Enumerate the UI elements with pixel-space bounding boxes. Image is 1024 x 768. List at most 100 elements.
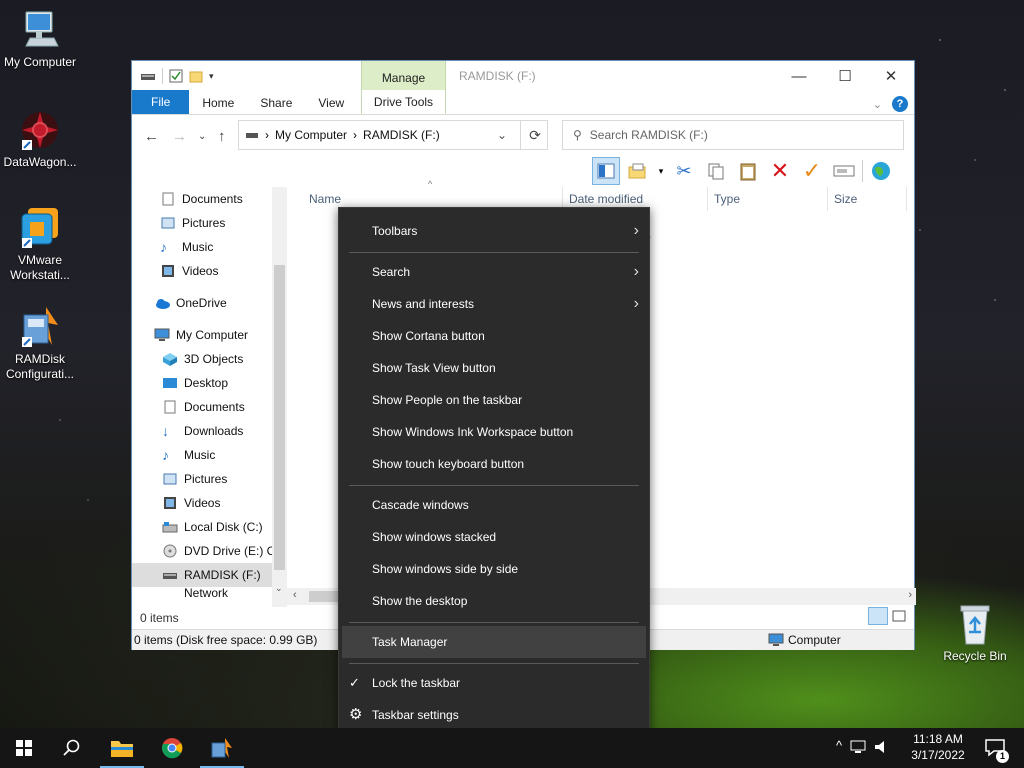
check-icon[interactable]: ✓ [798,157,826,185]
forward-button[interactable]: → [172,128,187,145]
menu-item-show-side-by-side[interactable]: Show windows side by side [339,553,649,585]
clock[interactable]: 11:18 AM 3/17/2022 [904,731,972,763]
volume-icon[interactable] [874,740,890,754]
menu-item-toolbars[interactable]: Toolbars › [339,215,649,247]
drive-icon [163,573,177,579]
nav-item-videos-quick[interactable]: Videos [160,259,287,283]
column-size[interactable]: Size [828,187,907,211]
nav-item-downloads[interactable]: ↓ Downloads [162,419,287,443]
nav-scrollbar-thumb[interactable] [274,265,285,570]
desktop-icon-ramdisk[interactable]: RAMDisk Configurati... [0,305,80,382]
details-view-icon[interactable] [868,607,888,625]
desktop-icon-label: DataWagon... [3,155,77,169]
drive-icon[interactable] [140,70,156,82]
paste-icon[interactable] [734,157,762,185]
nav-item-music-quick[interactable]: ♪ Music [160,235,287,259]
help-button[interactable]: ? [892,96,908,112]
scroll-down-icon[interactable]: ⌄ [275,583,283,594]
nav-item-videos[interactable]: Videos [162,491,287,515]
menu-item-cascade-windows[interactable]: Cascade windows [339,489,649,521]
start-button[interactable] [0,728,48,768]
nav-scrollbar[interactable]: ⌄ [272,187,287,607]
menu-item-search[interactable]: Search › [339,256,649,288]
dropdown-icon[interactable]: ▾ [656,157,666,185]
address-bar[interactable]: › My Computer › RAMDISK (F:) ⌄ [238,120,548,150]
menu-item-show-people[interactable]: Show People on the taskbar [339,384,649,416]
nav-item-ramdisk[interactable]: RAMDISK (F:) [132,563,272,587]
breadcrumb-my-computer[interactable]: My Computer [275,128,347,142]
nav-label: Pictures [184,472,228,486]
address-dropdown-icon[interactable]: ⌄ [497,128,507,142]
nav-item-local-disk[interactable]: Local Disk (C:) [162,515,287,539]
nav-item-documents-quick[interactable]: Documents📌 [160,187,287,211]
nav-item-pictures-quick[interactable]: Pictures📌 [160,211,287,235]
network-icon [162,587,178,599]
taskbar-ramdisk[interactable] [198,728,246,768]
expand-ribbon-icon[interactable]: ⌄ [873,98,882,111]
desktop-icon-datawagon[interactable]: DataWagon... [0,108,80,170]
copy-icon[interactable] [702,157,730,185]
menu-item-taskbar-settings[interactable]: ⚙ Taskbar settings [339,699,649,731]
taskbar[interactable]: ^ 11:18 AM 3/17/2022 1 [0,728,1024,768]
nav-item-my-computer[interactable]: My Computer [154,323,287,347]
large-icons-view-icon[interactable] [890,607,908,625]
properties-icon[interactable] [169,69,183,83]
menu-item-show-task-view[interactable]: Show Task View button [339,352,649,384]
nav-label: Videos [184,496,221,510]
tab-file[interactable]: File [132,90,190,114]
new-folder-icon[interactable] [189,69,203,83]
menu-item-news-and-interests[interactable]: News and interests › [339,288,649,320]
clock-date: 3/17/2022 [911,748,965,762]
taskbar-file-explorer[interactable] [98,728,146,768]
up-button[interactable]: ↑ [218,128,226,145]
menu-item-show-cortana[interactable]: Show Cortana button [339,320,649,352]
windows-logo-icon [16,740,32,756]
scroll-right-icon[interactable]: › [908,589,912,601]
hard-drive-icon [162,522,178,533]
navigation-pane-icon[interactable] [592,157,620,185]
cut-icon[interactable]: ✂ [670,157,698,185]
tab-home[interactable]: Home [189,92,247,114]
nav-item-pictures[interactable]: Pictures [162,467,287,491]
minimize-button[interactable]: — [776,61,822,91]
rename-icon[interactable] [830,157,858,185]
nav-item-onedrive[interactable]: OneDrive [154,291,287,315]
nav-item-network[interactable]: Network [162,587,287,599]
nav-label: Downloads [184,424,244,438]
nav-item-music[interactable]: ♪ Music [162,443,287,467]
tab-drive-tools[interactable]: Drive Tools [361,90,446,114]
maximize-button[interactable]: ☐ [822,61,868,91]
desktop-icon-vmware[interactable]: VMware Workstati... [0,206,80,283]
column-type[interactable]: Type [708,187,828,211]
close-button[interactable]: ✕ [868,61,914,91]
nav-item-documents[interactable]: Documents [162,395,287,419]
search-button[interactable] [48,728,96,768]
back-button[interactable]: ← [144,128,159,145]
show-hidden-icons-icon[interactable]: ^ [836,738,842,754]
globe-icon[interactable] [867,157,895,185]
tab-view[interactable]: View [305,92,357,114]
breadcrumb-ramdisk[interactable]: RAMDISK (F:) [363,128,440,142]
nav-item-desktop[interactable]: Desktop [162,371,287,395]
menu-item-show-touch-keyboard[interactable]: Show touch keyboard button [339,448,649,480]
menu-item-task-manager[interactable]: Task Manager [342,626,646,658]
action-center-button[interactable]: 1 [975,728,1015,768]
menu-item-lock-taskbar[interactable]: ✓ Lock the taskbar [339,667,649,699]
new-item-icon[interactable] [624,157,652,185]
refresh-button[interactable]: ⟳ [520,120,549,150]
tab-share[interactable]: Share [247,92,305,114]
desktop-icon-recycle-bin[interactable]: Recycle Bin [935,602,1015,664]
nav-item-dvd-drive[interactable]: DVD Drive (E:) CI [162,539,287,563]
menu-item-show-windows-stacked[interactable]: Show windows stacked [339,521,649,553]
taskbar-chrome[interactable] [148,728,196,768]
desktop-icon-my-computer[interactable]: My Computer [0,8,80,70]
recent-locations-button[interactable]: ⌄ [198,131,206,142]
network-icon[interactable] [850,740,866,754]
nav-item-3d-objects[interactable]: 3D Objects [162,347,287,371]
delete-icon[interactable]: ✕ [766,157,794,185]
search-box[interactable]: ⚲ Search RAMDISK (F:) [562,120,904,150]
scroll-left-icon[interactable]: ‹ [293,589,297,601]
menu-item-show-desktop[interactable]: Show the desktop [339,585,649,617]
customize-quick-access-icon[interactable]: ▾ [209,71,214,82]
menu-item-show-ink-workspace[interactable]: Show Windows Ink Workspace button [339,416,649,448]
